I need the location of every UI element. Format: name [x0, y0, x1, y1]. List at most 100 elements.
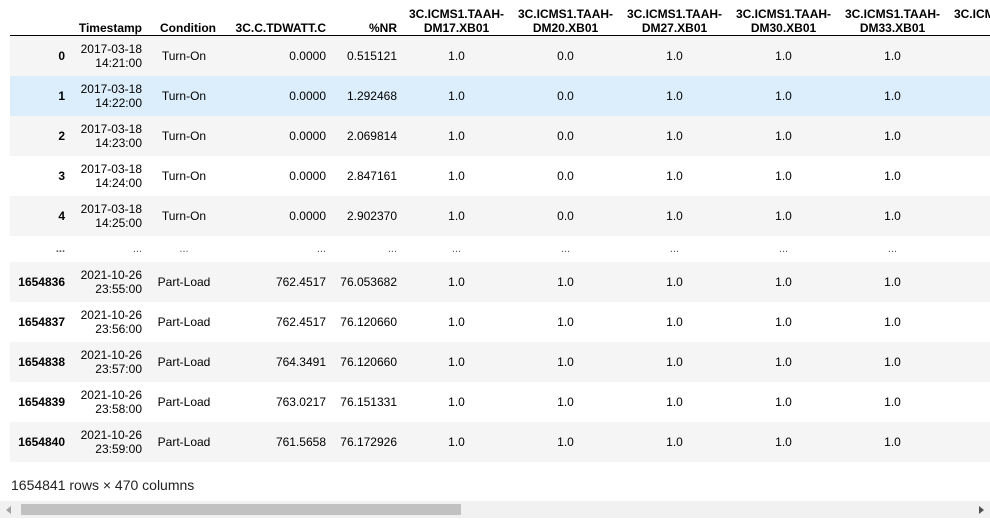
cell-c6: 1.0: [775, 354, 792, 369]
row-count-summary: 1654841 rows × 470 columns: [11, 477, 195, 493]
cell-c4: 1.0: [557, 314, 574, 329]
column-header-label: 3C.ICMS1.TAAH-DM: [953, 7, 990, 21]
column-header-label: Timestamp: [78, 21, 142, 35]
row-index: ...: [55, 242, 65, 255]
timestamp-date: 2017-03-18: [80, 201, 142, 216]
cell-c5: 1.0: [666, 168, 683, 183]
cell-c1: 762.4517: [275, 274, 326, 289]
cell-condition: Turn-On: [161, 168, 207, 183]
cell-c5: 1.0: [666, 88, 683, 103]
cell-c6: 1.0: [775, 274, 792, 289]
cell-c5: 1.0: [666, 48, 683, 63]
cell-c1: 761.5658: [275, 434, 326, 449]
row-index: 1654836: [18, 274, 65, 289]
column-header-c7: 3C.ICMS1.TAAH-DM33.XB01: [838, 0, 947, 36]
scrollbar-thumb[interactable]: [21, 504, 461, 515]
cell-c5: 1.0: [666, 434, 683, 449]
cell-condition: ...: [179, 242, 189, 255]
cell-timestamp: 2017-03-18 14:21:00: [70, 36, 147, 76]
cell-c4: 0.0: [557, 88, 574, 103]
timestamp-date: 2017-03-18: [80, 41, 142, 56]
row-index: 4: [58, 208, 65, 223]
cell-c6: 1.0: [775, 208, 792, 223]
table-row[interactable]: 3 2017-03-18 14:24:00 Turn-On 0.0000 2.847161…: [10, 156, 990, 196]
table-row[interactable]: 1654837 2021-10-26 23:56:00 Part-Load 762.45…: [10, 302, 990, 342]
cell-c4: 0.0: [557, 168, 574, 183]
table-row[interactable]: 2 2017-03-18 14:23:00 Turn-On 0.0000 2.069814…: [10, 115, 990, 156]
timestamp-date: 2017-03-18: [80, 81, 142, 96]
column-header-label: 3C.C.TDWATT.C: [235, 21, 326, 35]
cell-c8: [947, 76, 990, 116]
timestamp-date: 2021-10-26: [80, 307, 142, 322]
table-header: Timestamp Condition 3C.C.TDWATT.C %NR 3C.ICM…: [10, 0, 990, 36]
chevron-left-icon[interactable]: [0, 501, 17, 518]
table-row[interactable]: 1654840 2021-10-26 23:59:00 Part-Load 761.56…: [10, 421, 990, 462]
cell-timestamp: 2021-10-26 23:55:00: [70, 262, 147, 302]
timestamp-time: 23:58:00: [95, 401, 142, 416]
ellipsis-row[interactable]: .................................: [10, 236, 990, 262]
cell-condition: Part-Load: [157, 274, 211, 289]
cell-c2: 76.120660: [340, 314, 397, 329]
cell-c2: ...: [387, 242, 397, 255]
table-row[interactable]: 4 2017-03-18 14:25:00 Turn-On 0.0000 2.902370…: [10, 195, 990, 236]
cell-timestamp: 2017-03-18 14:25:00: [70, 196, 147, 236]
table-row[interactable]: 0 2017-03-18 14:21:00 Turn-On 0.0000 0.515121…: [10, 35, 990, 76]
timestamp-date: 2021-10-26: [80, 427, 142, 442]
table-row[interactable]: 1654839 2021-10-26 23:58:00 Part-Load 763.02…: [10, 382, 990, 422]
cell-c6: 1.0: [775, 434, 792, 449]
column-header-label: 3C.ICMS1.TAAH-DM27.XB01: [626, 7, 723, 35]
cell-c2: 2.902370: [346, 208, 397, 223]
column-header-index: [10, 0, 70, 36]
row-index: 2: [58, 128, 65, 143]
cell-c7: 1.0: [884, 394, 901, 409]
cell-c5: 1.0: [666, 314, 683, 329]
table-row[interactable]: 1654836 2021-10-26 23:55:00 Part-Load 762.45…: [10, 261, 990, 302]
cell-c3: 1.0: [448, 208, 465, 223]
cell-c3: 1.0: [448, 168, 465, 183]
column-header-c4: 3C.ICMS1.TAAH-DM20.XB01: [511, 0, 620, 36]
column-header-c3: 3C.ICMS1.TAAH-DM17.XB01: [402, 0, 511, 36]
cell-c8: [947, 36, 990, 76]
timestamp-date: 2021-10-26: [80, 387, 142, 402]
cell-c1: 0.0000: [289, 168, 326, 183]
column-header-label: %NR: [368, 21, 397, 35]
cell-c8: ...: [947, 236, 990, 262]
cell-c2: 2.847161: [346, 168, 397, 183]
row-index: 1654837: [18, 314, 65, 329]
table-row[interactable]: 1 2017-03-18 14:22:00 Turn-On 0.0000 1.292468…: [10, 75, 990, 116]
cell-c2: 76.151331: [340, 394, 397, 409]
column-header-c6: 3C.ICMS1.TAAH-DM30.XB01: [729, 0, 838, 36]
timestamp-time: 23:55:00: [95, 281, 142, 296]
cell-c8: [947, 196, 990, 236]
timestamp-time: 14:21:00: [95, 55, 142, 70]
cell-c2: 2.069814: [346, 128, 397, 143]
cell-condition: Part-Load: [157, 314, 211, 329]
cell-condition: Turn-On: [161, 48, 207, 63]
cell-timestamp: 2021-10-26 23:59:00: [70, 422, 147, 462]
cell-c7: 1.0: [884, 88, 901, 103]
column-header-timestamp: Timestamp: [70, 0, 147, 36]
cell-c4: ...: [560, 242, 571, 255]
cell-c3: 1.0: [448, 88, 465, 103]
horizontal-scrollbar[interactable]: [0, 501, 990, 518]
cell-c6: 1.0: [775, 48, 792, 63]
cell-c2: 1.292468: [346, 88, 397, 103]
cell-c1: 0.0000: [289, 88, 326, 103]
cell-condition: Turn-On: [161, 208, 207, 223]
cell-c1: 762.4517: [275, 314, 326, 329]
cell-timestamp: 2017-03-18 14:23:00: [70, 116, 147, 156]
chevron-right-icon[interactable]: [973, 501, 990, 518]
cell-c4: 0.0: [557, 128, 574, 143]
cell-c8: [947, 342, 990, 382]
cell-c8: [947, 262, 990, 302]
row-index: 1654838: [18, 354, 65, 369]
column-header-c8: 3C.ICMS1.TAAH-DM: [947, 0, 990, 36]
dataframe-table: Timestamp Condition 3C.C.TDWATT.C %NR 3C.ICM…: [10, 0, 990, 462]
timestamp-date: 2021-10-26: [80, 347, 142, 362]
cell-c1: 0.0000: [289, 128, 326, 143]
cell-c5: 1.0: [666, 128, 683, 143]
column-header-c2: %NR: [331, 0, 402, 36]
table-row[interactable]: 1654838 2021-10-26 23:57:00 Part-Load 764.34…: [10, 341, 990, 382]
cell-condition: Part-Load: [157, 394, 211, 409]
timestamp-time: 14:25:00: [95, 215, 142, 230]
